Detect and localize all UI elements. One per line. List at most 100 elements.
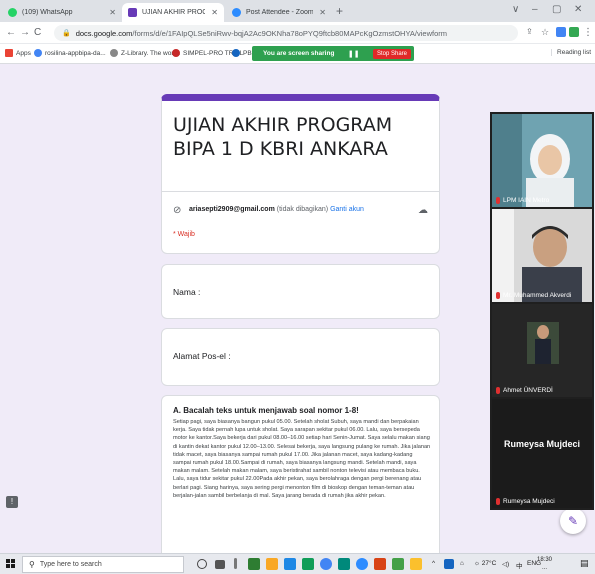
participant-display-name: Rumeysa Mujdeci [503,439,581,449]
cloud-saved-icon: ☁ [418,205,428,216]
clock-time: 18:30 [537,557,553,563]
tab-zoom[interactable]: Post Attendee - Zoom ✕ [226,3,332,22]
tab-label: UJIAN AKHIR PROGRAM BIPA 1 [ [142,9,206,16]
site-icon [172,49,180,57]
tab-whatsapp[interactable]: (109) WhatsApp ✕ [2,3,122,22]
lock-icon: 🔒 [62,30,71,37]
reading-section-card: A. Bacalah teks untuk menjawab soal nomo… [161,395,440,553]
close-window-icon[interactable]: ✕ [574,4,582,15]
participant-video-tile[interactable]: Rumeysa Mujdeci Rumeysa Mujdeci [492,399,592,508]
participant-video-tile[interactable]: Mr. Muhammed Akverdi [492,209,592,302]
url-path: /forms/d/e/1FAIpQLSe5niRwv-bqjA2Ac9OKNha… [132,28,447,38]
browser-tab-strip: (109) WhatsApp ✕ UJIAN AKHIR PROGRAM BIP… [0,0,595,22]
account-row: ⊘ ariasepti2909@gmail.com (tidak dibagik… [162,191,439,231]
taskbar-app-icon[interactable] [302,558,314,570]
form-title: UJIAN AKHIR PROGRAM BIPA 1 D KBRI ANKARA [173,114,393,160]
bookmark-rosilina[interactable]: rosilina-appbipa-da... [34,49,106,57]
stop-share-button[interactable]: Stop Share [372,48,411,59]
pause-share-icon[interactable]: ❚❚ [348,50,360,58]
mic-muted-icon [496,292,500,299]
participant-video-tile[interactable]: LPM IAIN Metro [492,114,592,207]
site-icon [232,49,240,57]
back-icon[interactable]: ← [6,27,16,38]
switch-account-link[interactable]: Ganti akun [330,206,364,213]
close-icon[interactable]: ✕ [109,8,116,17]
edit-pencil-button[interactable]: ✎ [560,508,586,534]
close-icon[interactable]: ✕ [319,8,326,17]
weather-widget[interactable]: ☼ 27°C [474,560,496,567]
taskbar-app-icon[interactable] [392,558,404,570]
site-icon [34,49,42,57]
url-host: docs.google.com [75,28,133,38]
report-icon[interactable]: ! [6,496,18,508]
taskbar-search-box[interactable]: ⚲ Type here to search [22,556,184,573]
ime-icon[interactable]: 中 [516,560,523,570]
sun-icon: ☼ [474,560,482,567]
search-icon: ⚲ [29,560,35,569]
question-label: Nama : [173,287,201,297]
chrome-icon[interactable] [320,558,332,570]
participant-video-tile[interactable]: Ahmet ÜNVERDİ [492,304,592,397]
address-bar[interactable]: 🔒 docs.google.com /forms/d/e/1FAIpQLSe5n… [54,25,518,41]
extension-icon[interactable] [556,27,566,37]
site-icon [110,49,118,57]
new-tab-button[interactable]: + [336,4,343,18]
mic-muted-icon [496,387,500,394]
network-icon[interactable]: ⌂ [460,560,464,567]
star-icon[interactable]: ☆ [541,27,549,38]
taskbar-app-icon[interactable] [248,558,260,570]
whatsapp-icon [8,8,17,17]
show-hidden-icons[interactable]: ^ [432,560,435,567]
volume-icon[interactable]: ◁) [502,560,509,568]
close-icon[interactable]: ✕ [211,8,218,17]
form-header-card: UJIAN AKHIR PROGRAM BIPA 1 D KBRI ANKARA… [161,94,440,254]
taskbar-app-icon[interactable] [284,558,296,570]
screen-sharing-text: You are screen sharing [263,50,335,57]
clock-date: ... [542,565,548,571]
windows-taskbar: ⚲ Type here to search ^ ⌂ ☼ 27°C ◁) 中 EN… [0,553,595,574]
share-page-icon[interactable]: ⇪ [526,27,533,36]
taskbar-app-icon[interactable] [234,558,237,569]
bookmarks-bar: Apps rosilina-appbipa-da... Z-Library. T… [0,44,595,64]
google-forms-icon [128,8,137,17]
file-explorer-icon[interactable] [266,558,278,570]
question-card-name[interactable]: Nama : [161,264,440,319]
question-card-email[interactable]: Alamat Pos-el : [161,328,440,386]
browser-toolbar: ← → C 🔒 docs.google.com /forms/d/e/1FAIp… [0,22,595,44]
taskbar-app-icon[interactable] [374,558,386,570]
bookmark-label: rosilina-appbipa-da... [45,49,106,57]
tab-label: (109) WhatsApp [22,9,73,16]
account-note: (tidak dibagikan) [274,206,331,213]
tab-google-form[interactable]: UJIAN AKHIR PROGRAM BIPA 1 [ ✕ [122,3,224,22]
zoom-app-icon[interactable] [356,558,368,570]
participant-photo [527,322,559,364]
weather-temp: 27°C [481,560,497,567]
reading-list-button[interactable]: Reading list [551,49,591,56]
windows-start-button[interactable] [6,559,16,569]
taskbar-app-icon[interactable] [410,558,422,570]
tray-app-icon[interactable] [444,559,454,569]
form-page: UJIAN AKHIR PROGRAM BIPA 1 D KBRI ANKARA… [0,64,595,553]
reload-icon[interactable]: C [34,27,41,38]
search-placeholder: Type here to search [39,561,102,568]
tab-search-icon[interactable]: ∨ [512,4,519,15]
clock[interactable]: 18:30 ... [537,556,552,572]
required-note: * Wajib [173,231,195,238]
cortana-icon[interactable] [197,559,207,569]
more-menu-icon[interactable]: ⋮ [583,27,593,38]
task-view-icon[interactable] [215,560,225,569]
participant-video [492,209,592,302]
forward-icon[interactable]: → [20,27,30,38]
participant-name: Rumeysa Mujdeci [496,498,555,505]
mic-muted-icon [496,197,500,204]
account-email: ariasepti2909@gmail.com [189,206,275,213]
taskbar-app-icon[interactable] [338,558,350,570]
bookmark-zlibrary[interactable]: Z-Library. The worl... [110,49,180,57]
maximize-icon[interactable]: ▢ [552,4,561,15]
bookmark-apps[interactable]: Apps [5,49,31,57]
extension-icon[interactable] [569,27,579,37]
participant-name: Mr. Muhammed Akverdi [496,292,571,299]
question-label: Alamat Pos-el : [173,351,231,361]
minimize-icon[interactable]: – [532,4,538,15]
notification-icon[interactable]: ▤ [580,558,589,569]
